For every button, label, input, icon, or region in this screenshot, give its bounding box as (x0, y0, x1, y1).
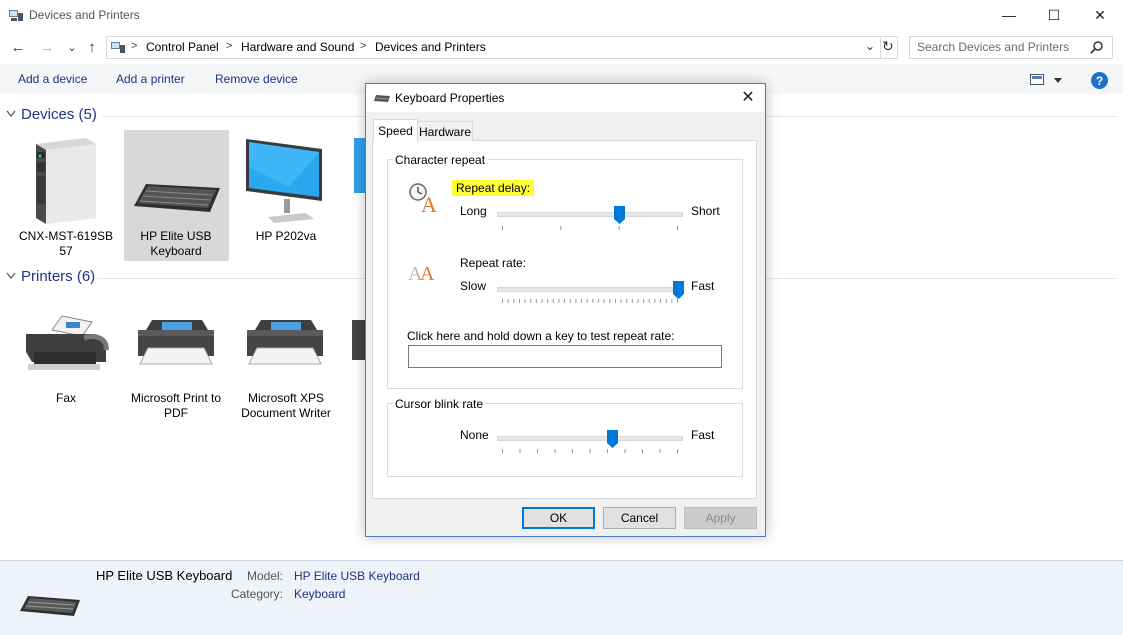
title-bar (0, 0, 1123, 30)
change-view-icon[interactable] (1030, 73, 1064, 87)
remove-device-button[interactable]: Remove device (215, 72, 298, 86)
details-model-value: HP Elite USB Keyboard (294, 569, 420, 583)
divider (880, 36, 881, 59)
collapse-chevron-icon[interactable] (6, 272, 16, 280)
up-button[interactable]: ↑ (82, 38, 102, 56)
cursor-blink-slider-track[interactable] (497, 436, 683, 441)
repeat-rate-icon: A A (408, 263, 435, 283)
search-placeholder: Search Devices and Printers (917, 40, 1070, 54)
tab-speed[interactable]: Speed (373, 119, 418, 142)
hidden-printer-icon (352, 320, 366, 360)
details-category-label: Category: (230, 587, 283, 601)
monitor-icon[interactable] (244, 137, 326, 223)
help-button[interactable]: ? (1091, 72, 1108, 89)
repeat-rate-slider-thumb[interactable] (672, 281, 684, 299)
repeat-delay-slider-track[interactable] (497, 212, 683, 217)
devices-printers-icon (9, 10, 23, 21)
recent-locations-button[interactable]: ⌄ (62, 38, 82, 56)
repeat-delay-ticks (502, 226, 678, 230)
apply-button[interactable]: Apply (684, 507, 757, 529)
repeat-delay-icon: A (409, 183, 437, 214)
repeat-rate-max-label: Fast (691, 279, 715, 293)
address-bar[interactable] (106, 36, 898, 59)
breadcrumb-separator: > (226, 40, 233, 52)
breadcrumb-control-panel[interactable]: Control Panel (146, 40, 219, 54)
device-label-selected: HP Elite USB Keyboard (140, 229, 212, 258)
forward-button[interactable]: → (37, 38, 57, 56)
close-button[interactable]: ✕ (1077, 0, 1123, 30)
printer-label: Microsoft Print to PDF (130, 391, 222, 420)
cursor-blink-max-label: Fast (691, 428, 715, 442)
breadcrumb-separator: > (131, 40, 138, 52)
device-label: CNX-MST-619SB 57 (18, 229, 114, 258)
details-model-label: Model: (246, 569, 283, 583)
back-button[interactable]: ← (8, 38, 28, 56)
keyboard-icon (20, 596, 80, 616)
fax-icon[interactable] (22, 312, 110, 374)
minimize-button[interactable]: — (986, 0, 1032, 30)
breadcrumb-hardware-and-sound[interactable]: Hardware and Sound (241, 40, 354, 54)
maximize-button[interactable]: ☐ (1031, 0, 1077, 30)
svg-text:A: A (421, 192, 437, 214)
printer-label: Microsoft XPS Document Writer (241, 391, 331, 420)
printers-group-header[interactable]: Printers (6) (21, 268, 95, 285)
dialog-title: Keyboard Properties (395, 91, 505, 105)
devices-group-header[interactable]: Devices (5) (21, 106, 97, 123)
search-icon[interactable] (1090, 40, 1104, 54)
repeat-delay-min-label: Long (460, 204, 487, 218)
control-panel-icon (111, 42, 125, 53)
cursor-blink-min-label: None (460, 428, 489, 442)
details-category-value: Keyboard (294, 587, 346, 601)
dialog-close-button[interactable]: ✕ (736, 86, 760, 108)
computer-tower-icon[interactable] (30, 138, 102, 224)
refresh-icon[interactable]: ↻ (882, 38, 894, 55)
breadcrumb-devices-and-printers[interactable]: Devices and Printers (375, 40, 486, 54)
cursor-blink-ticks (502, 449, 678, 453)
address-dropdown-icon[interactable]: ⌄ (865, 39, 875, 53)
repeat-delay-label: Repeat delay: (452, 180, 535, 196)
add-device-button[interactable]: Add a device (18, 72, 87, 86)
cursor-blink-slider-thumb[interactable] (607, 430, 619, 448)
keyboard-icon[interactable] (132, 182, 222, 214)
details-device-name: HP Elite USB Keyboard (96, 568, 233, 583)
printer-icon[interactable] (243, 318, 327, 368)
add-printer-button[interactable]: Add a printer (116, 72, 185, 86)
printer-label: Fax (55, 391, 76, 405)
ok-button[interactable]: OK (522, 507, 595, 529)
printer-icon[interactable] (134, 318, 218, 368)
repeat-delay-slider-thumb[interactable] (614, 206, 626, 224)
device-label: HP P202va (255, 229, 317, 243)
cancel-button[interactable]: Cancel (603, 507, 676, 529)
repeat-rate-label: Repeat rate: (460, 256, 527, 270)
collapse-chevron-icon[interactable] (6, 110, 16, 118)
test-repeat-input[interactable] (408, 345, 722, 368)
cursor-blink-title: Cursor blink rate (393, 397, 486, 411)
repeat-rate-slider-track[interactable] (497, 287, 683, 292)
repeat-rate-min-label: Slow (460, 279, 487, 293)
window-title: Devices and Printers (29, 8, 140, 22)
tab-hardware[interactable]: Hardware (417, 121, 473, 141)
svg-text:A: A (420, 263, 435, 283)
test-repeat-label: Click here and hold down a key to test r… (407, 329, 675, 343)
repeat-rate-ticks (502, 299, 678, 303)
character-repeat-title: Character repeat (393, 153, 488, 167)
breadcrumb-separator: > (360, 40, 367, 52)
repeat-delay-max-label: Short (691, 204, 720, 218)
keyboard-icon (374, 95, 390, 102)
